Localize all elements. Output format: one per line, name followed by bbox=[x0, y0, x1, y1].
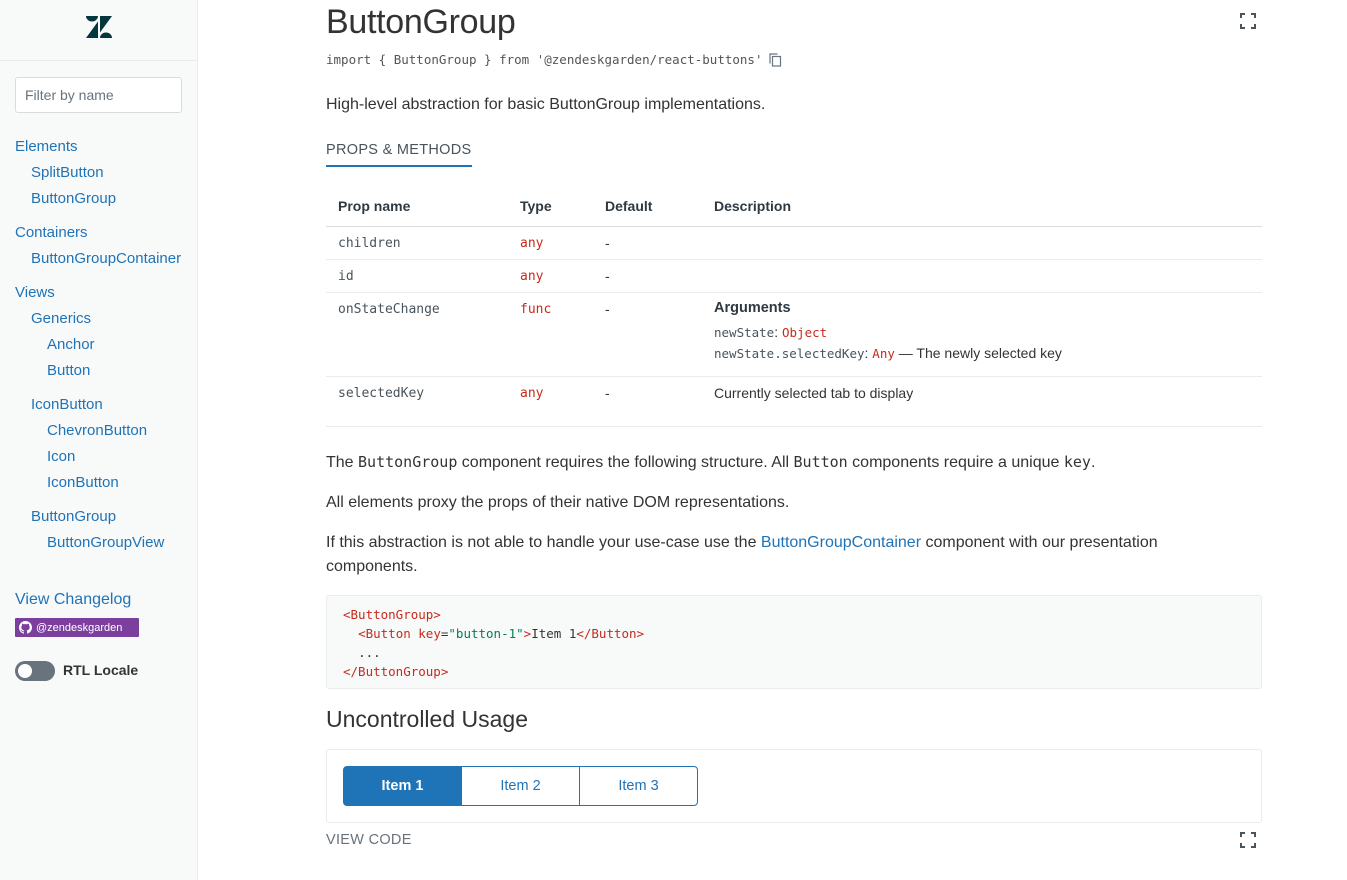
text: The bbox=[326, 454, 359, 471]
view-code-button[interactable]: VIEW CODE bbox=[326, 832, 412, 848]
arg-name: newState.selectedKey bbox=[714, 345, 865, 361]
header-prop-name: Prop name bbox=[326, 187, 508, 227]
code-example: <ButtonGroup> <Button key="button-1">Ite… bbox=[326, 595, 1262, 689]
structure-paragraph: The ButtonGroup component requires the f… bbox=[326, 450, 1226, 475]
button-group: Item 1 Item 2 Item 3 bbox=[343, 766, 698, 806]
prop-default: - bbox=[593, 292, 702, 377]
item-1-button[interactable]: Item 1 bbox=[343, 766, 462, 806]
arguments-title: Arguments bbox=[714, 299, 791, 316]
prop-type: func bbox=[508, 292, 593, 377]
arg-desc: — The newly selected key bbox=[898, 344, 1062, 361]
props-table: Prop name Type Default Description child… bbox=[326, 187, 1262, 427]
code-text: Item 1 bbox=[531, 626, 577, 641]
zendesk-logo-icon[interactable] bbox=[86, 16, 112, 38]
table-header-row: Prop name Type Default Description bbox=[326, 187, 1262, 227]
prop-type: any bbox=[508, 376, 593, 427]
nav-anchor[interactable]: Anchor bbox=[47, 336, 95, 353]
text: components require a unique bbox=[847, 454, 1064, 471]
prop-description bbox=[702, 259, 1262, 293]
nav-containers[interactable]: Containers bbox=[15, 224, 88, 241]
prop-type: any bbox=[508, 226, 593, 260]
nav-button[interactable]: Button bbox=[47, 362, 90, 379]
import-text: import { ButtonGroup } from '@zendeskgar… bbox=[326, 52, 763, 67]
header-type: Type bbox=[508, 187, 593, 227]
prop-description: Currently selected tab to display bbox=[702, 376, 1262, 427]
arg-type: Any bbox=[872, 345, 895, 361]
table-row: id any - bbox=[326, 259, 1262, 293]
table-row: selectedKey any - Currently selected tab… bbox=[326, 376, 1262, 427]
github-badge[interactable]: @zendeskgarden bbox=[15, 618, 139, 637]
table-row: onStateChange func - Arguments newState:… bbox=[326, 292, 1262, 377]
text: component requires the following structu… bbox=[457, 454, 794, 471]
nav-views[interactable]: Views bbox=[15, 284, 55, 301]
github-icon bbox=[19, 621, 32, 634]
nav-splitbutton[interactable]: SplitButton bbox=[31, 164, 104, 181]
code-line: <ButtonGroup> bbox=[343, 607, 441, 622]
page-title: ButtonGroup bbox=[326, 3, 516, 41]
code-tag: </Button> bbox=[576, 626, 645, 641]
copy-icon[interactable] bbox=[768, 52, 782, 67]
view-changelog-link[interactable]: View Changelog bbox=[15, 591, 131, 609]
header-description: Description bbox=[702, 187, 1262, 227]
inline-code: key bbox=[1063, 453, 1091, 471]
lead-paragraph: High-level abstraction for basic ButtonG… bbox=[326, 96, 766, 113]
nav-buttongroupcontainer[interactable]: ButtonGroupContainer bbox=[31, 250, 181, 267]
argument-line: newState.selectedKey: Any — The newly se… bbox=[714, 344, 1062, 361]
abstraction-paragraph: If this abstraction is not able to handl… bbox=[326, 531, 1226, 579]
rtl-toggle[interactable] bbox=[15, 661, 55, 681]
buttongroupcontainer-link[interactable]: ButtonGroupContainer bbox=[761, 534, 921, 551]
import-statement: import { ButtonGroup } from '@zendeskgar… bbox=[326, 52, 782, 67]
code-string: "button-1" bbox=[448, 626, 524, 641]
inline-code: ButtonGroup bbox=[358, 453, 458, 471]
code-tag: <Button bbox=[358, 626, 411, 641]
item-2-button[interactable]: Item 2 bbox=[461, 766, 580, 806]
prop-name: selectedKey bbox=[326, 376, 508, 427]
nav-buttongroup-views[interactable]: ButtonGroup bbox=[31, 508, 116, 525]
sidebar: Elements SplitButton ButtonGroup Contain… bbox=[0, 0, 198, 880]
prop-name: id bbox=[326, 259, 508, 293]
rtl-label: RTL Locale bbox=[63, 662, 139, 678]
nav-elements[interactable]: Elements bbox=[15, 138, 78, 155]
section-title: Uncontrolled Usage bbox=[326, 706, 529, 732]
code-line: ... bbox=[358, 645, 381, 660]
prop-name: children bbox=[326, 226, 508, 260]
tab-props-methods[interactable]: PROPS & METHODS bbox=[326, 142, 472, 167]
prop-name: onStateChange bbox=[326, 292, 508, 377]
prop-type: any bbox=[508, 259, 593, 293]
prop-description: Arguments newState: Object newState.sele… bbox=[702, 292, 1262, 377]
nav-buttongroup[interactable]: ButtonGroup bbox=[31, 190, 116, 207]
nav-generics[interactable]: Generics bbox=[31, 310, 91, 327]
logo-area bbox=[0, 0, 197, 61]
nav-iconbutton-group[interactable]: IconButton bbox=[31, 396, 103, 413]
prop-default: - bbox=[593, 226, 702, 260]
expand-icon[interactable] bbox=[1240, 13, 1256, 29]
nav-iconbutton[interactable]: IconButton bbox=[47, 474, 119, 491]
prop-description bbox=[702, 226, 1262, 260]
table-row: children any - bbox=[326, 226, 1262, 260]
github-badge-label: @zendeskgarden bbox=[36, 621, 123, 634]
demo-container: Item 1 Item 2 Item 3 bbox=[326, 749, 1262, 823]
filter-input[interactable] bbox=[15, 77, 182, 113]
arg-name: newState bbox=[714, 324, 775, 340]
prop-default: - bbox=[593, 259, 702, 293]
item-3-button[interactable]: Item 3 bbox=[579, 766, 698, 806]
proxy-paragraph: All elements proxy the props of their na… bbox=[326, 494, 790, 511]
code-line: </ButtonGroup> bbox=[343, 664, 449, 679]
nav-buttongroupview[interactable]: ButtonGroupView bbox=[47, 534, 164, 551]
nav-chevronbutton[interactable]: ChevronButton bbox=[47, 422, 147, 439]
nav-icon[interactable]: Icon bbox=[47, 448, 75, 465]
argument-line: newState: Object bbox=[714, 323, 828, 340]
text: . bbox=[1090, 454, 1096, 471]
expand-icon[interactable] bbox=[1240, 832, 1256, 848]
text: If this abstraction is not able to handl… bbox=[326, 534, 761, 551]
arg-type: Object bbox=[782, 324, 828, 340]
inline-code: Button bbox=[793, 453, 848, 471]
code-attr: key bbox=[418, 626, 441, 641]
header-default: Default bbox=[593, 187, 702, 227]
prop-default: - bbox=[593, 376, 702, 427]
